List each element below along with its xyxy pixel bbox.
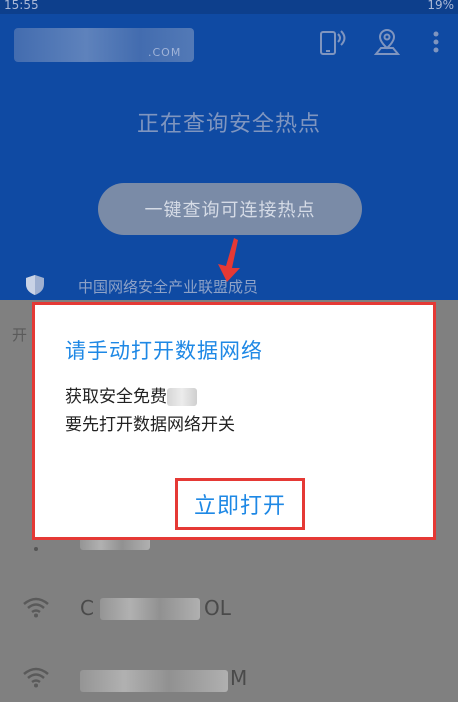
more-menu-icon[interactable] <box>426 26 446 58</box>
dialog-line1: 获取安全免费 <box>65 387 167 407</box>
headline: 正在查询安全热点 <box>136 112 321 137</box>
status-bar: 15:55 19% <box>0 0 458 14</box>
status-time: 15:55 <box>4 0 39 12</box>
open-now-button[interactable]: 立即打开 <box>175 478 305 530</box>
wifi-icon <box>22 596 50 618</box>
wifi-icon <box>22 666 50 688</box>
query-hotspot-button[interactable]: 一键查询可连接热点 <box>98 183 362 235</box>
ssid-suffix: M <box>230 666 248 690</box>
shield-icon <box>26 275 44 295</box>
dialog-title: 请手动打开数据网络 <box>65 339 263 363</box>
ssid-suffix: OL <box>204 596 231 620</box>
status-battery: 19% <box>427 0 454 12</box>
annotation-arrow <box>218 238 240 282</box>
ssid-blurred <box>80 670 228 692</box>
location-map-icon[interactable] <box>372 26 402 58</box>
list-header: 开 <box>12 326 28 344</box>
dialog-line1-blurred <box>167 388 197 406</box>
ssid-text: C <box>80 596 94 620</box>
phone-hotspot-icon[interactable] <box>317 26 347 58</box>
logo-suffix: .COM <box>148 46 182 59</box>
mobile-data-dialog: 请手动打开数据网络 获取安全免费 要先打开数据网络开关 立即打开 <box>32 302 436 540</box>
dialog-message: 获取安全免费 要先打开数据网络开关 <box>65 383 235 439</box>
ssid-blurred <box>100 598 200 620</box>
dialog-line2: 要先打开数据网络开关 <box>65 415 235 435</box>
